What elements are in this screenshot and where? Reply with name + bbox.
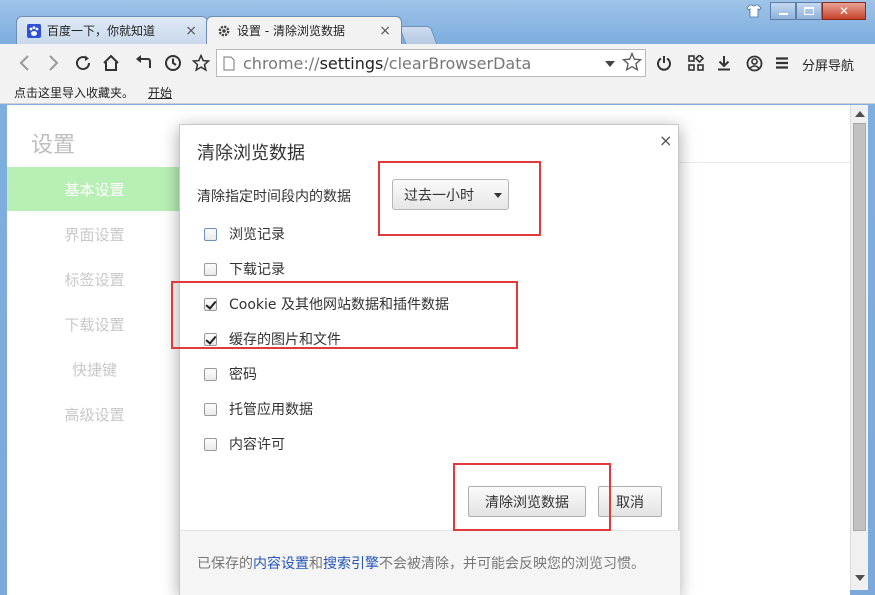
annotation-box-time-range	[378, 161, 541, 236]
hamburger-menu-icon	[776, 57, 788, 69]
back-button[interactable]	[14, 52, 36, 74]
page-scrollbar[interactable]	[850, 105, 868, 590]
undo-icon	[136, 55, 151, 68]
import-start-link[interactable]: 开始	[148, 84, 172, 101]
back-arrow-icon	[19, 55, 29, 71]
home-icon	[103, 54, 119, 71]
nav-item-interface[interactable]: 界面设置	[7, 212, 182, 256]
bookmarks-bar: 点击这里导入收藏夹。 开始	[14, 84, 172, 101]
apps-button[interactable]	[686, 53, 706, 73]
close-window-button[interactable]: ✕	[822, 2, 866, 20]
maximize-button[interactable]	[796, 2, 822, 20]
close-icon: ✕	[838, 4, 850, 18]
maximize-icon	[804, 7, 814, 15]
url-scheme: chrome://	[243, 53, 320, 73]
content-divider	[677, 162, 850, 163]
page-title: 设置	[31, 133, 76, 158]
star-icon	[192, 54, 210, 72]
checkbox[interactable]	[204, 227, 217, 241]
undo-close-tab-button[interactable]	[132, 52, 154, 74]
option-label: 浏览记录	[229, 227, 285, 243]
content-settings-link[interactable]: 内容设置	[253, 556, 309, 572]
power-button[interactable]	[654, 53, 674, 73]
option-content-licenses[interactable]: 内容许可	[204, 434, 285, 454]
option-label: 下载记录	[229, 262, 285, 278]
option-label: 密码	[229, 367, 257, 383]
checkbox[interactable]	[204, 437, 217, 451]
nav-item-shortcuts[interactable]: 快捷键	[7, 347, 182, 391]
split-screen-nav-button[interactable]: 分屏导航	[802, 55, 854, 74]
account-button[interactable]	[744, 53, 764, 73]
address-dropdown-icon[interactable]	[605, 61, 615, 67]
minimize-icon	[778, 13, 788, 15]
download-button[interactable]	[714, 53, 734, 73]
tab-title: 设置 - 清除浏览数据	[237, 24, 345, 38]
forward-button[interactable]	[42, 52, 64, 74]
scroll-thumb[interactable]	[853, 123, 866, 531]
footer-prefix: 已保存的	[197, 556, 253, 572]
tab-title: 百度一下，你就知道	[47, 24, 156, 38]
reload-button[interactable]	[72, 52, 94, 74]
baidu-paw-icon	[27, 23, 41, 38]
download-icon	[718, 56, 730, 71]
annotation-box-checked-options	[171, 281, 518, 349]
option-browsing-history[interactable]: 浏览记录	[204, 224, 285, 244]
favorite-star-icon[interactable]	[622, 52, 642, 72]
annotation-box-clear-button	[453, 463, 611, 531]
option-label: 内容许可	[229, 437, 285, 453]
url-text: chrome://settings/clearBrowserData	[243, 54, 531, 73]
power-icon	[657, 56, 671, 71]
address-bar[interactable]: chrome://settings/clearBrowserData	[216, 49, 646, 77]
option-hosted-app-data[interactable]: 托管应用数据	[204, 399, 313, 419]
nav-item-basic[interactable]: 基本设置	[7, 167, 182, 211]
checkbox[interactable]	[204, 262, 217, 276]
tab-close-icon[interactable]: ×	[379, 23, 391, 39]
window-controls: ✕	[770, 2, 866, 20]
minimize-button[interactable]	[770, 2, 796, 20]
option-passwords[interactable]: 密码	[204, 364, 257, 384]
search-engines-link[interactable]: 搜索引擎	[323, 556, 379, 572]
forward-arrow-icon	[49, 55, 59, 71]
checkbox[interactable]	[204, 367, 217, 381]
nav-item-advanced[interactable]: 高级设置	[7, 392, 182, 436]
gear-icon	[217, 24, 231, 38]
clock-icon	[165, 55, 181, 71]
import-bookmarks-hint[interactable]: 点击这里导入收藏夹。	[14, 84, 134, 101]
footer-middle: 和	[309, 556, 323, 572]
url-path: /clearBrowserData	[383, 53, 532, 73]
footer-suffix: 不会被清除，并可能会反映您的浏览习惯。	[379, 556, 645, 572]
bookmark-star-button[interactable]	[190, 52, 212, 74]
tab-settings[interactable]: 设置 - 清除浏览数据 ×	[206, 16, 402, 44]
dialog-footer: 已保存的内容设置和搜索引擎不会被清除，并可能会反映您的浏览习惯。	[180, 531, 680, 595]
history-button[interactable]	[162, 52, 184, 74]
checkbox[interactable]	[204, 402, 217, 416]
skin-shirt-icon[interactable]	[746, 4, 762, 18]
tab-close-icon[interactable]: ×	[185, 23, 197, 39]
scroll-up-icon[interactable]	[855, 111, 865, 117]
nav-item-downloads[interactable]: 下载设置	[7, 302, 182, 346]
nav-item-tabs[interactable]: 标签设置	[7, 257, 182, 301]
option-label: 托管应用数据	[229, 402, 313, 418]
tab-baidu[interactable]: 百度一下，你就知道 ×	[16, 16, 208, 44]
time-range-label: 清除指定时间段内的数据	[197, 189, 351, 205]
new-tab-button[interactable]	[398, 26, 438, 44]
option-download-history[interactable]: 下载记录	[204, 259, 285, 279]
url-host: settings	[319, 53, 384, 73]
dialog-title: 清除浏览数据	[197, 143, 305, 164]
scroll-down-icon[interactable]	[855, 575, 865, 581]
user-icon	[746, 55, 762, 71]
footer-note: 已保存的内容设置和搜索引擎不会被清除，并可能会反映您的浏览习惯。	[197, 551, 667, 577]
page-icon	[223, 56, 235, 70]
dialog-close-icon[interactable]: ×	[659, 131, 672, 150]
apps-grid-icon	[688, 55, 704, 71]
menu-button[interactable]	[772, 53, 792, 73]
home-button[interactable]	[100, 52, 122, 74]
reload-icon	[76, 55, 91, 71]
